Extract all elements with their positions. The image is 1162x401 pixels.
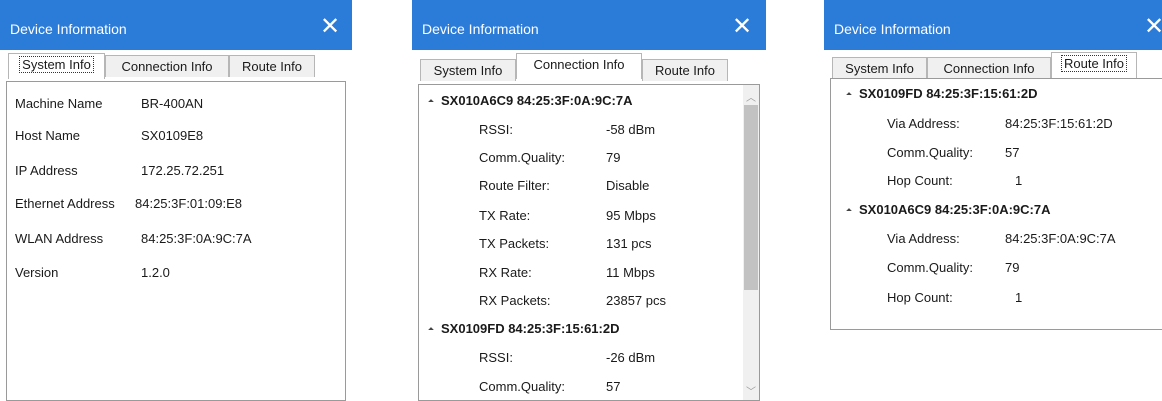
tab-connection-info[interactable]: Connection Info: [105, 55, 229, 77]
tab-label: Route Info: [655, 63, 715, 78]
tree-node[interactable]: SX0109FD 84:25:3F:15:61:2D: [846, 83, 1038, 105]
tab-label: Connection Info: [121, 59, 213, 74]
tab-label: Connection Info: [533, 57, 625, 72]
field-value: 84:25:3F:15:61:2D: [1005, 116, 1113, 131]
field-label: IP Address: [15, 163, 78, 178]
field-label: Comm.Quality:: [887, 145, 973, 160]
tree-node[interactable]: SX010A6C9 84:25:3F:0A:9C:7A: [428, 90, 633, 112]
tree-node[interactable]: SX010A6C9 84:25:3F:0A:9C:7A: [846, 199, 1051, 221]
field-value: 131 pcs: [606, 236, 652, 251]
scroll-down-arrow-icon[interactable]: ﹀: [746, 383, 756, 398]
tab-connection-info[interactable]: Connection Info: [516, 53, 642, 79]
field-value: 1: [1015, 290, 1023, 305]
tab-label: Connection Info: [943, 61, 1035, 76]
field-label: WLAN Address: [15, 231, 104, 246]
field-label: Hop Count:: [887, 290, 953, 305]
tab-label: System Info: [845, 61, 914, 76]
scroll-up-arrow-icon[interactable]: ︿: [746, 89, 756, 104]
window-title: Device Information: [834, 21, 951, 37]
vertical-scrollbar[interactable]: ︿ ﹀: [743, 85, 759, 400]
field-value: Disable: [606, 178, 650, 193]
tab-route-info[interactable]: Route Info: [642, 59, 728, 81]
tab-label: Route Info: [242, 59, 302, 74]
tree-node[interactable]: SX0109FD 84:25:3F:15:61:2D: [428, 318, 620, 340]
field-value: 79: [606, 150, 621, 165]
field-value: 84:25:3F:0A:9C:7A: [1005, 231, 1116, 246]
field-value: BR-400AN: [141, 96, 204, 111]
window-title: Device Information: [422, 21, 539, 37]
field-label: Comm.Quality:: [479, 379, 565, 394]
field-label: Hop Count:: [887, 173, 953, 188]
field-value: 1.2.0: [141, 265, 170, 280]
field-label: TX Rate:: [479, 208, 531, 223]
field-label: RX Packets:: [479, 293, 551, 308]
node-label: SX010A6C9 84:25:3F:0A:9C:7A: [441, 93, 633, 108]
field-value: 1: [1015, 173, 1023, 188]
system-info-panel: Machine Name BR-400AN Host Name SX0109E8…: [6, 81, 346, 401]
expand-triangle-icon[interactable]: [428, 98, 434, 105]
field-value: 95 Mbps: [606, 208, 656, 223]
connection-info-panel: SX010A6C9 84:25:3F:0A:9C:7A RSSI: -58 dBm…: [418, 84, 760, 401]
tab-system-info[interactable]: System Info: [832, 57, 927, 79]
field-label: RX Rate:: [479, 265, 532, 280]
titlebar: Device Information ✕: [0, 0, 352, 50]
field-value: -26 dBm: [606, 350, 656, 365]
device-info-window-route: Device Information ✕ System Info Connect…: [824, 0, 1162, 330]
scrollbar-thumb[interactable]: [744, 105, 758, 290]
field-label: RSSI:: [479, 350, 513, 365]
window-title: Device Information: [10, 21, 127, 37]
tab-system-info[interactable]: System Info: [420, 59, 516, 81]
device-info-window-system: Device Information ✕ System Info Connect…: [0, 0, 352, 401]
field-value: 11 Mbps: [606, 265, 655, 280]
titlebar: Device Information ✕: [824, 0, 1162, 50]
field-value: SX0109E8: [141, 128, 204, 143]
field-label: TX Packets:: [479, 236, 550, 251]
field-value: 23857 pcs: [606, 293, 666, 308]
tab-system-info[interactable]: System Info: [8, 53, 105, 79]
field-label: Via Address:: [887, 116, 960, 131]
field-label: Ethernet Address: [15, 196, 115, 211]
field-label: Host Name: [15, 128, 81, 143]
tab-strip: System Info Connection Info Route Info: [2, 50, 350, 82]
field-value: 84:25:3F:01:09:E8: [135, 196, 242, 211]
field-label: Comm.Quality:: [479, 150, 565, 165]
node-label: SX0109FD 84:25:3F:15:61:2D: [441, 321, 620, 336]
field-value: 172.25.72.251: [141, 163, 225, 178]
field-label: Version: [15, 265, 59, 280]
field-value: 57: [606, 379, 621, 394]
field-label: Machine Name: [15, 96, 103, 111]
tab-strip: System Info Connection Info Route Info: [414, 50, 764, 82]
tab-label: Route Info: [1061, 55, 1127, 72]
field-value: 84:25:3F:0A:9C:7A: [141, 231, 252, 246]
expand-triangle-icon[interactable]: [846, 91, 852, 98]
tab-label: System Info: [433, 63, 503, 78]
expand-triangle-icon[interactable]: [846, 207, 852, 214]
expand-triangle-icon[interactable]: [428, 326, 434, 333]
close-icon[interactable]: ✕: [732, 15, 752, 39]
tab-route-info[interactable]: Route Info: [1051, 52, 1137, 78]
field-label: Route Filter:: [479, 178, 550, 193]
route-info-panel: SX0109FD 84:25:3F:15:61:2D Via Address: 8…: [830, 78, 1162, 330]
field-label: Via Address:: [887, 231, 960, 246]
field-value: 57: [1005, 145, 1020, 160]
node-label: SX0109FD 84:25:3F:15:61:2D: [859, 86, 1038, 101]
close-icon[interactable]: ✕: [1144, 15, 1162, 39]
tab-route-info[interactable]: Route Info: [229, 55, 315, 77]
close-icon[interactable]: ✕: [320, 15, 340, 39]
node-label: SX010A6C9 84:25:3F:0A:9C:7A: [859, 202, 1051, 217]
field-value: -58 dBm: [606, 122, 656, 137]
field-value: 79: [1005, 260, 1020, 275]
field-label: RSSI:: [479, 122, 513, 137]
device-info-window-connection: Device Information ✕ System Info Connect…: [412, 0, 766, 401]
titlebar: Device Information ✕: [412, 0, 766, 50]
field-label: Comm.Quality:: [887, 260, 973, 275]
tab-connection-info[interactable]: Connection Info: [927, 57, 1051, 79]
tab-label: System Info: [19, 56, 94, 73]
